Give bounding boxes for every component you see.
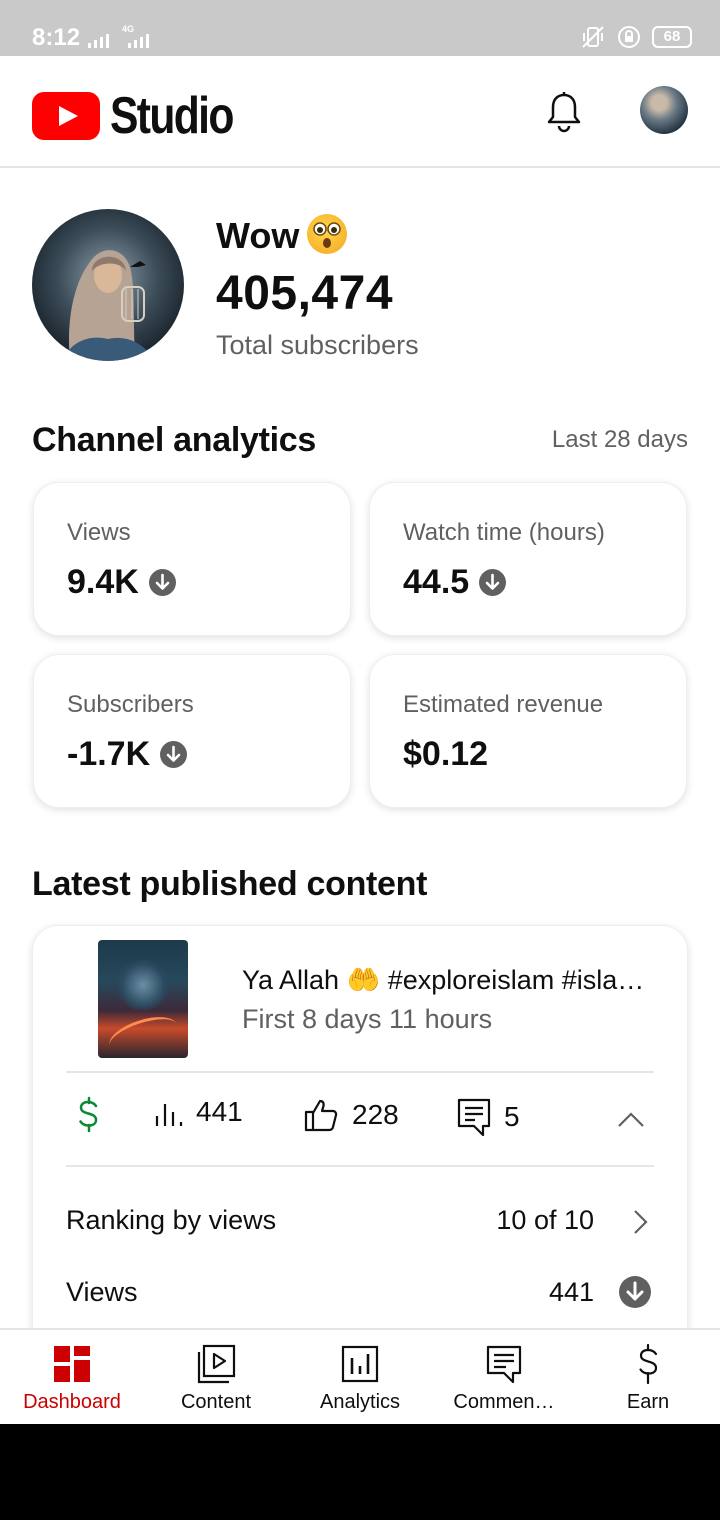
signal-icon-2 [128, 30, 149, 48]
youtube-studio-logo[interactable]: Studio [32, 86, 260, 146]
nav-label: Commen… [453, 1391, 555, 1413]
channel-name: Wow [216, 214, 348, 257]
notifications-bell-icon[interactable] [544, 90, 584, 134]
video-stats-row: 441 228 5 [66, 1096, 654, 1148]
status-time: 8:12 [32, 24, 81, 51]
total-subscribers-label: Total subscribers [216, 330, 419, 360]
trend-down-icon [160, 741, 188, 768]
status-bar: 8:12 4G 68 [0, 0, 720, 56]
views-count: 441 [196, 1096, 243, 1127]
views-row: Views 441 [66, 1276, 654, 1313]
ranking-row[interactable]: Ranking by views 10 of 10 [66, 1205, 654, 1241]
video-subtitle: First 8 days 11 hours [242, 1004, 493, 1034]
card-value: 44.5 [403, 563, 507, 602]
battery-indicator: 68 [652, 26, 692, 48]
views-bar-icon [155, 1104, 183, 1126]
total-subscribers-count: 405,474 [216, 267, 394, 320]
ranking-label: Ranking by views [66, 1205, 277, 1235]
dashboard-icon [54, 1346, 90, 1382]
comments-stat: 5 [456, 1096, 520, 1138]
channel-avatar[interactable] [32, 209, 184, 361]
card-label: Views [67, 519, 131, 546]
card-label: Subscribers [67, 691, 194, 718]
account-avatar[interactable] [640, 86, 688, 134]
trend-down-icon [619, 1276, 651, 1308]
like-icon [304, 1099, 338, 1132]
trend-down-icon [148, 569, 176, 596]
nav-label: Earn [626, 1391, 670, 1413]
card-value-text: 9.4K [67, 563, 139, 601]
chevron-up-icon[interactable] [617, 1110, 645, 1128]
analytics-range: Last 28 days [551, 426, 688, 453]
studio-screen: 8:12 4G 68 Studio Wow 405,474 Total subs… [0, 0, 720, 1424]
comments-count: 5 [504, 1101, 520, 1132]
nav-dashboard[interactable]: Dashboard [0, 1330, 144, 1424]
card-label: Watch time (hours) [403, 519, 605, 546]
card-value-text: -1.7K [67, 735, 151, 773]
nav-label: Analytics [319, 1391, 401, 1413]
card-value: -1.7K [67, 735, 188, 774]
system-navigation-bar [0, 1424, 720, 1520]
analytics-icon [341, 1345, 379, 1383]
app-title: Studio [110, 87, 234, 145]
card-label: Estimated revenue [403, 691, 604, 718]
nav-earn[interactable]: Earn [576, 1330, 720, 1424]
chevron-right-icon [634, 1210, 648, 1234]
likes-count: 228 [352, 1099, 399, 1130]
subscribers-card[interactable]: Subscribers -1.7K [33, 654, 351, 808]
latest-content-title: Latest published content [32, 865, 428, 903]
views-stat: 441 [154, 1096, 243, 1128]
channel-name-text: Wow [216, 215, 300, 256]
likes-stat: 228 [302, 1096, 399, 1134]
views-row-value: 441 [548, 1277, 594, 1307]
nav-analytics[interactable]: Analytics [288, 1330, 432, 1424]
card-value-text: 44.5 [403, 563, 470, 601]
earn-icon [639, 1344, 658, 1384]
dollar-icon [79, 1096, 98, 1133]
video-thumbnail[interactable] [98, 940, 188, 1058]
video-title[interactable]: Ya Allah 🤲 #exploreislam #isla… [242, 964, 662, 996]
ranking-value: 10 of 10 [496, 1205, 594, 1235]
rotation-lock-icon [618, 26, 640, 48]
divider [66, 1071, 654, 1073]
bottom-navigation: Dashboard Content Analytics Commen… Earn [0, 1328, 720, 1424]
nav-comments[interactable]: Commen… [432, 1330, 576, 1424]
trend-down-icon [479, 569, 507, 596]
monetization-stat [76, 1096, 102, 1136]
comment-icon [457, 1098, 491, 1137]
content-icon [197, 1344, 236, 1384]
card-value-text: $0.12 [403, 735, 489, 773]
views-card[interactable]: Views 9.4K [33, 482, 351, 636]
channel-analytics-title: Channel analytics [32, 421, 316, 459]
views-row-label: Views [66, 1277, 138, 1307]
vibrate-icon [582, 26, 604, 48]
astonished-face-icon [307, 214, 348, 254]
signal-icon [88, 30, 109, 48]
nav-label: Content [180, 1391, 252, 1413]
status-icons: 68 [580, 24, 692, 50]
comments-icon [486, 1345, 522, 1384]
divider [66, 1165, 654, 1167]
card-value: $0.12 [403, 735, 488, 774]
revenue-card[interactable]: Estimated revenue $0.12 [369, 654, 687, 808]
app-bar: Studio [0, 56, 720, 168]
nav-content[interactable]: Content [144, 1330, 288, 1424]
nav-label: Dashboard [23, 1391, 121, 1413]
card-value: 9.4K [67, 563, 176, 602]
watch-time-card[interactable]: Watch time (hours) 44.5 [369, 482, 687, 636]
youtube-play-icon [32, 92, 100, 140]
